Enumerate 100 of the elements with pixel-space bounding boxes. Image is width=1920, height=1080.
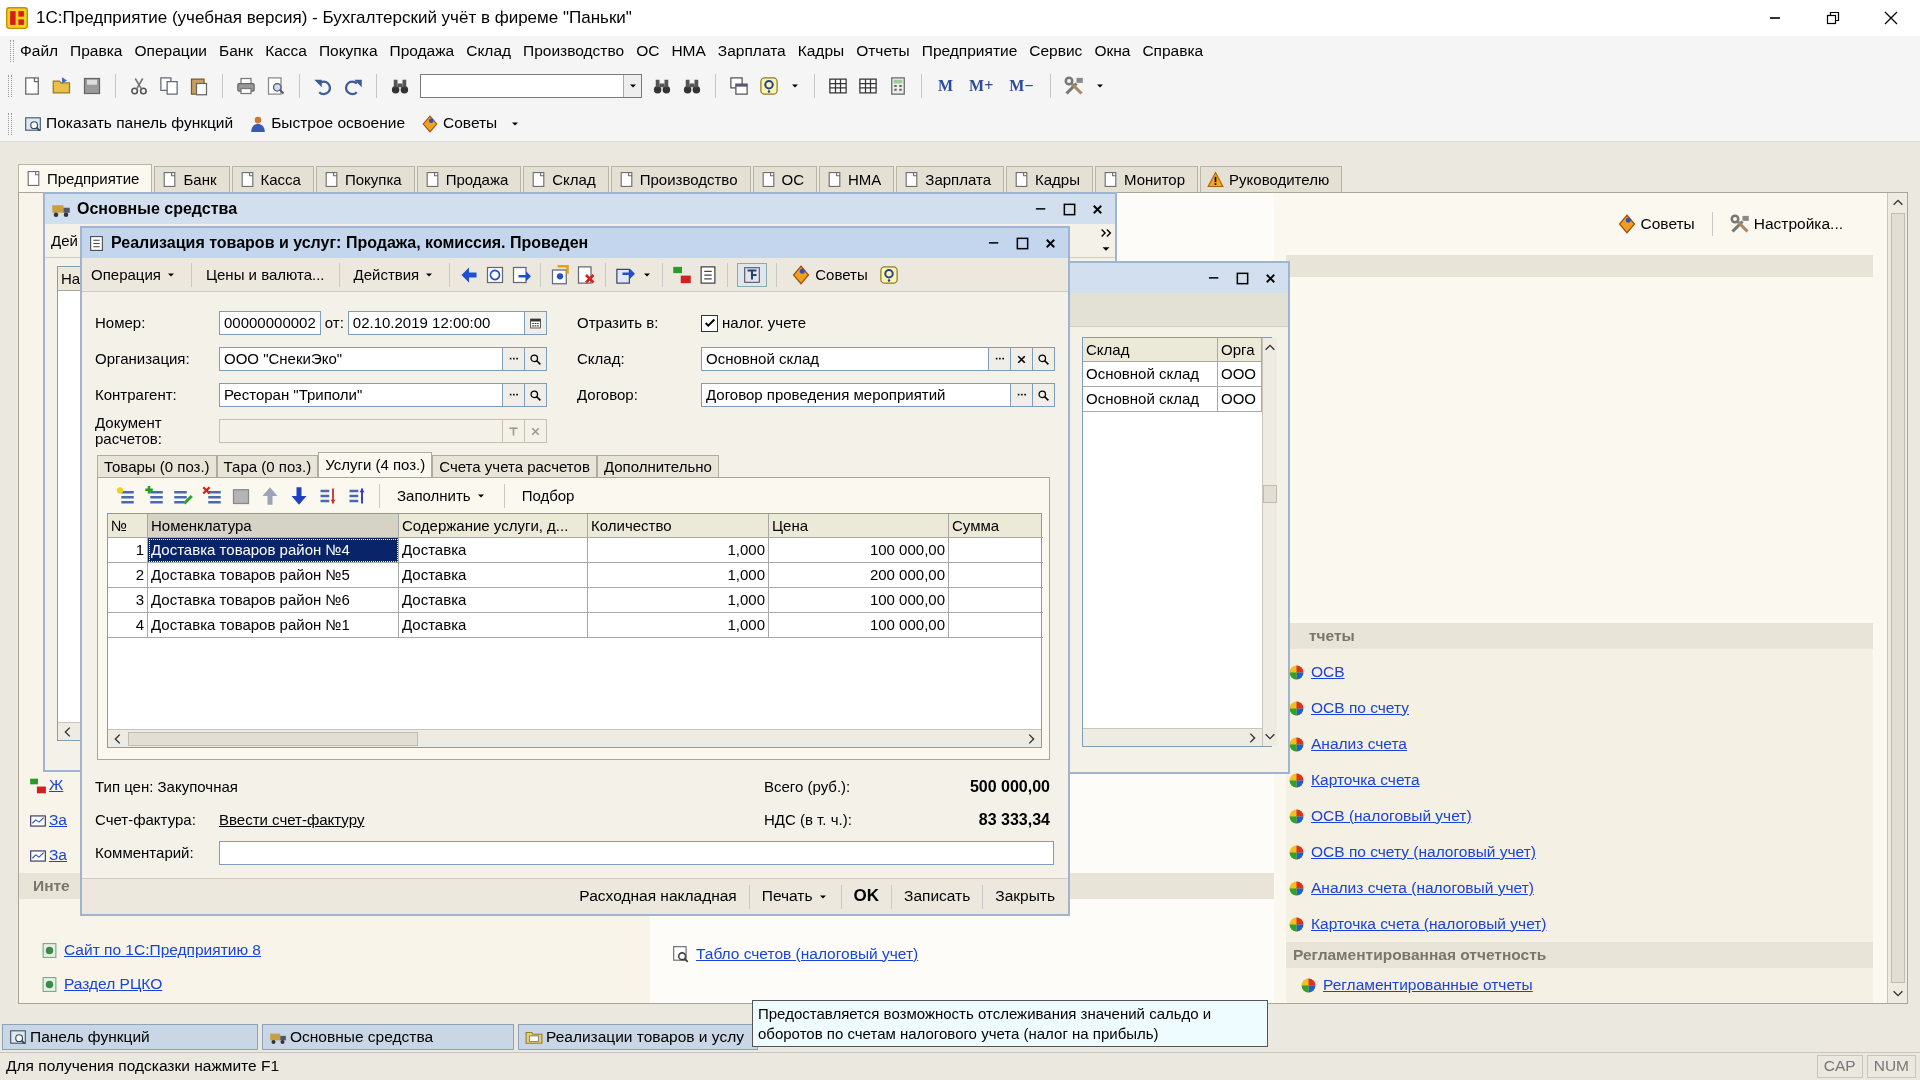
search-button[interactable]	[1033, 347, 1055, 371]
sort-icon[interactable]	[318, 486, 338, 506]
list-copy-icon[interactable]	[144, 486, 164, 506]
copy-icon[interactable]	[159, 76, 179, 96]
link[interactable]: Карточка счета (налоговый учет)	[1311, 914, 1547, 934]
clipboard-icon[interactable]	[189, 76, 209, 96]
form-button[interactable]: Закрыть	[986, 887, 1064, 906]
toolbar-button[interactable]: Заполнить	[392, 485, 492, 507]
new-document-icon[interactable]	[22, 76, 42, 96]
link[interactable]: За	[49, 846, 67, 865]
save-icon[interactable]	[82, 76, 102, 96]
tips-button[interactable]: Советы	[1612, 214, 1699, 234]
menu-item[interactable]: Продажа	[383, 41, 461, 61]
windows-icon[interactable]	[729, 76, 749, 96]
column-header[interactable]: Склад	[1083, 338, 1218, 362]
menu-item[interactable]: Зарплата	[711, 41, 792, 61]
tab[interactable]: Товары (0 поз.)	[97, 455, 217, 477]
column-header[interactable]: Номенклатура	[148, 514, 399, 538]
memory-button[interactable]: M−	[1006, 76, 1037, 96]
menu-item[interactable]: НМА	[665, 41, 712, 61]
column-header[interactable]: Цена	[769, 514, 949, 538]
section-tab[interactable]: НМА	[819, 166, 895, 192]
ledger-icon[interactable]	[672, 264, 693, 285]
table-cell[interactable]: Доставка товаров район №4	[148, 538, 399, 563]
table-cell[interactable]: Доставка товаров район №5	[148, 563, 399, 588]
section-tab[interactable]: Кадры	[1006, 166, 1093, 192]
structure-button[interactable]	[737, 262, 768, 287]
scrollbar[interactable]	[1083, 728, 1262, 746]
calculator-icon[interactable]	[888, 76, 908, 96]
comment-field[interactable]	[219, 840, 1054, 865]
input-field[interactable]: Договор проведения мероприятий	[701, 383, 1011, 407]
input-field[interactable]: 00000000002	[219, 311, 321, 335]
menu-item[interactable]: Справка	[1136, 41, 1210, 61]
menu-item[interactable]: Окна	[1088, 41, 1137, 61]
link[interactable]: Регламентированные отчеты	[1323, 975, 1533, 995]
menu-item[interactable]: Склад	[460, 41, 518, 61]
menu-item[interactable]: Касса	[259, 41, 313, 61]
link[interactable]: ОСВ	[1311, 662, 1345, 682]
form-button[interactable]: OK	[844, 886, 889, 907]
toolbar-button[interactable]: Действия	[348, 263, 441, 286]
menu-item[interactable]: Файл	[14, 41, 65, 61]
tools-icon[interactable]	[1063, 76, 1084, 96]
calendar-button[interactable]	[525, 311, 547, 335]
tab[interactable]: Услуги (4 поз.)	[318, 452, 433, 477]
menu-item[interactable]: Правка	[64, 41, 129, 61]
input-field[interactable]: 02.10.2019 12:00:00	[347, 311, 525, 335]
arrow-down-icon[interactable]	[289, 486, 309, 506]
menu-item[interactable]: ОС	[630, 41, 666, 61]
toolbar-button[interactable]: Показать панель функций	[20, 114, 238, 133]
menu-button[interactable]: Дей	[51, 231, 78, 250]
toolbar-button[interactable]: Цены и валюта...	[200, 263, 330, 286]
section-tab[interactable]: Покупка	[315, 166, 415, 192]
link[interactable]: За	[49, 811, 67, 830]
grid-icon[interactable]	[858, 76, 878, 96]
printer-icon[interactable]	[236, 76, 256, 96]
link[interactable]: Ж	[49, 776, 64, 795]
column-header[interactable]: Содержание услуги, д...	[399, 514, 588, 538]
search-button[interactable]	[525, 347, 547, 371]
help-icon[interactable]	[759, 76, 779, 96]
input-field[interactable]: Основной склад	[701, 347, 989, 371]
form-button[interactable]: Печать	[752, 887, 838, 906]
toolbar-button[interactable]: Советы	[417, 114, 502, 133]
link[interactable]: ОСВ (налоговый учет)	[1311, 806, 1472, 826]
open-folder-icon[interactable]	[52, 76, 72, 96]
section-tab[interactable]: Монитор	[1095, 166, 1199, 192]
form-button[interactable]: Расходная накладная	[570, 887, 746, 906]
list-delete-icon[interactable]	[202, 486, 222, 506]
document-delete-icon[interactable]	[576, 264, 597, 285]
checkbox[interactable]	[701, 314, 718, 332]
link[interactable]: Табло счетов (налоговый учет)	[696, 944, 919, 964]
column-header[interactable]: Сумма	[949, 514, 1043, 538]
link[interactable]: Сайт по 1С:Предприятию 8	[64, 940, 261, 960]
sort-icon[interactable]	[347, 486, 367, 506]
window-tab[interactable]: Панель функций	[2, 1024, 258, 1050]
section-tab[interactable]: Руководителю	[1200, 166, 1343, 192]
search-combobox[interactable]	[420, 74, 642, 98]
section-tab[interactable]: Производство	[610, 166, 751, 192]
column-header[interactable]: Количество	[588, 514, 769, 538]
link[interactable]: ОСВ по счету	[1311, 698, 1409, 718]
scissors-icon[interactable]	[129, 76, 149, 96]
section-tab[interactable]: Касса	[231, 166, 314, 192]
menu-item[interactable]: Производство	[517, 41, 631, 61]
section-tab[interactable]: Предприятие	[18, 164, 153, 192]
preview-icon[interactable]	[266, 76, 286, 96]
refresh-icon[interactable]	[485, 264, 506, 285]
form-button[interactable]: Записать	[895, 887, 980, 906]
toolbar-button[interactable]: Подбор	[516, 485, 580, 507]
menu-item[interactable]: Кадры	[791, 41, 851, 61]
settings-button[interactable]: Настройка...	[1725, 214, 1847, 234]
menu-item[interactable]: Сервис	[1023, 41, 1089, 61]
link[interactable]: Анализ счета	[1311, 734, 1407, 754]
search-button[interactable]	[525, 383, 547, 407]
tab[interactable]: Тара (0 поз.)	[216, 455, 319, 477]
document-move-icon[interactable]	[550, 264, 571, 285]
toolbar-button[interactable]: Быстрое освоение	[245, 114, 409, 133]
menu-item[interactable]: Отчеты	[850, 41, 916, 61]
menu-item[interactable]: Покупка	[312, 41, 384, 61]
toolbar-button[interactable]: Операция	[86, 263, 182, 286]
input-field[interactable]: ООО "СнекиЭко"	[219, 347, 503, 371]
scrollbar[interactable]	[108, 729, 1041, 747]
